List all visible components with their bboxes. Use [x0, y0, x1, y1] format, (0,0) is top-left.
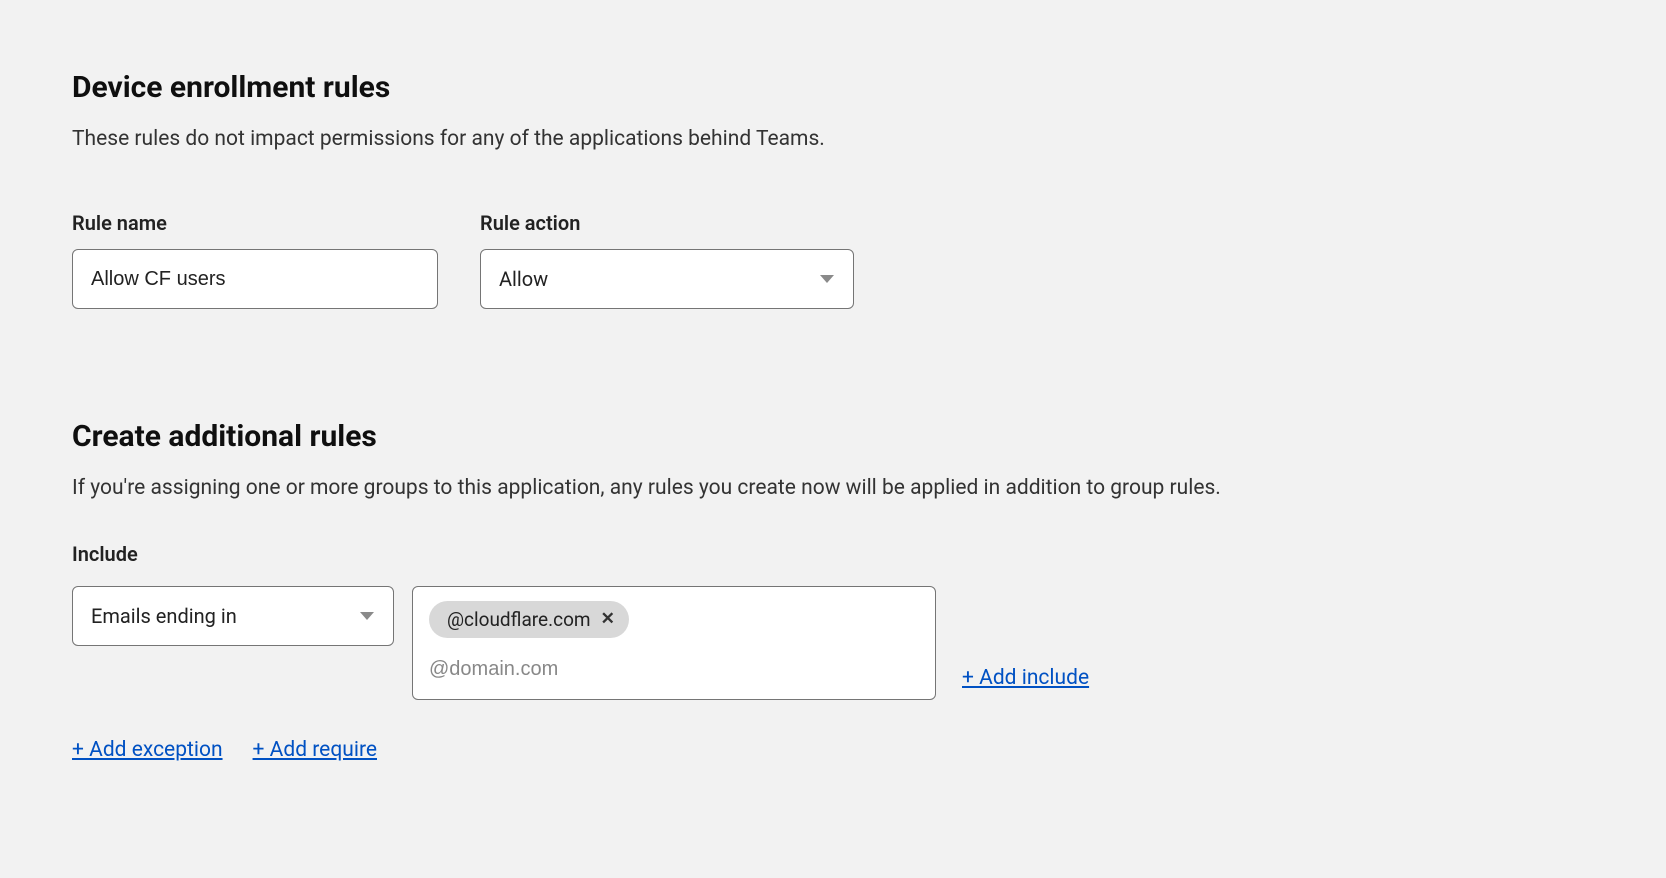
add-include-button[interactable]: + Add include [962, 666, 1089, 690]
rule-action-select[interactable]: Allow [480, 249, 854, 309]
rule-name-input[interactable] [72, 249, 438, 309]
include-value-input[interactable] [429, 658, 919, 681]
chip-text: @cloudflare.com [447, 608, 591, 631]
rule-name-label: Rule name [72, 211, 438, 235]
rule-name-field: Rule name [72, 211, 438, 309]
device-rules-heading: Device enrollment rules [72, 70, 1594, 105]
rule-action-label: Rule action [480, 211, 854, 235]
bottom-link-row: + Add exception + Add require [72, 738, 1594, 762]
include-row: Emails ending in @cloudflare.com ✕ + Add… [72, 586, 1594, 700]
close-icon[interactable]: ✕ [601, 611, 615, 628]
device-rules-description: These rules do not impact permissions fo… [72, 127, 1594, 151]
add-exception-button[interactable]: + Add exception [72, 738, 223, 762]
email-domain-chip: @cloudflare.com ✕ [429, 601, 629, 638]
rule-action-select-value: Allow [480, 249, 854, 309]
include-selector-value: Emails ending in [72, 586, 394, 646]
include-label: Include [72, 542, 1594, 566]
page-root: Device enrollment rules These rules do n… [0, 0, 1666, 802]
rule-fields-row: Rule name Rule action Allow [72, 211, 1594, 309]
additional-rules-heading: Create additional rules [72, 419, 1594, 454]
rule-action-field: Rule action Allow [480, 211, 854, 309]
add-require-button[interactable]: + Add require [253, 738, 377, 762]
additional-rules-description: If you're assigning one or more groups t… [72, 476, 1594, 500]
include-selector[interactable]: Emails ending in [72, 586, 394, 646]
add-include-wrap: + Add include [962, 586, 1089, 698]
include-tag-input[interactable]: @cloudflare.com ✕ [412, 586, 936, 700]
